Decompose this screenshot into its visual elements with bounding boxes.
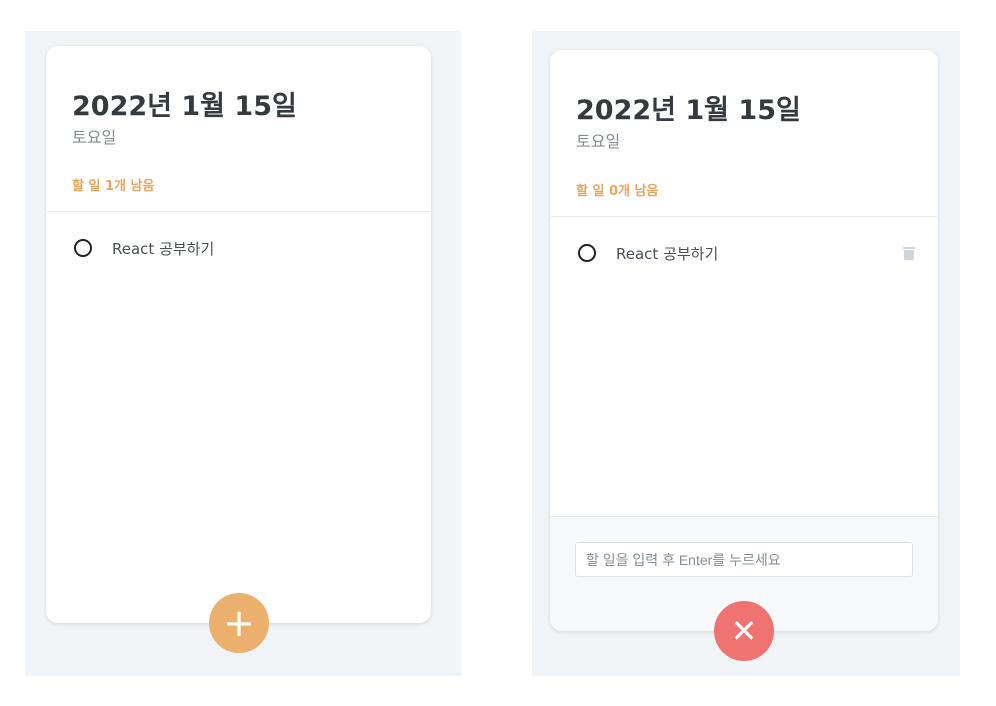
trash-icon[interactable] [903, 246, 915, 260]
checkbox-circle-icon[interactable] [74, 239, 92, 257]
todo-text: React 공부하기 [112, 239, 215, 258]
divider [46, 211, 431, 212]
remaining-count: 할 일 0개 남음 [576, 184, 659, 199]
todo-text: React 공부하기 [616, 244, 719, 263]
todo-item[interactable]: React 공부하기 [74, 236, 407, 260]
remaining-count: 할 일 1개 남음 [72, 179, 155, 194]
todo-input[interactable] [575, 542, 913, 577]
day-label: 토요일 [72, 128, 117, 147]
date-title: 2022년 1월 15일 [72, 91, 297, 122]
close-button[interactable]: ✕ [714, 601, 774, 661]
add-button[interactable]: + [209, 593, 269, 653]
checkbox-circle-icon[interactable] [578, 244, 596, 262]
day-label: 토요일 [576, 132, 621, 151]
todo-card-left: 2022년 1월 15일 토요일 할 일 1개 남음 React 공부하기 [46, 46, 431, 623]
todo-item[interactable]: React 공부하기 [578, 241, 915, 265]
todo-card-right: 2022년 1월 15일 토요일 할 일 0개 남음 React 공부하기 [550, 50, 938, 631]
date-title: 2022년 1월 15일 [576, 95, 801, 126]
divider [550, 216, 938, 217]
